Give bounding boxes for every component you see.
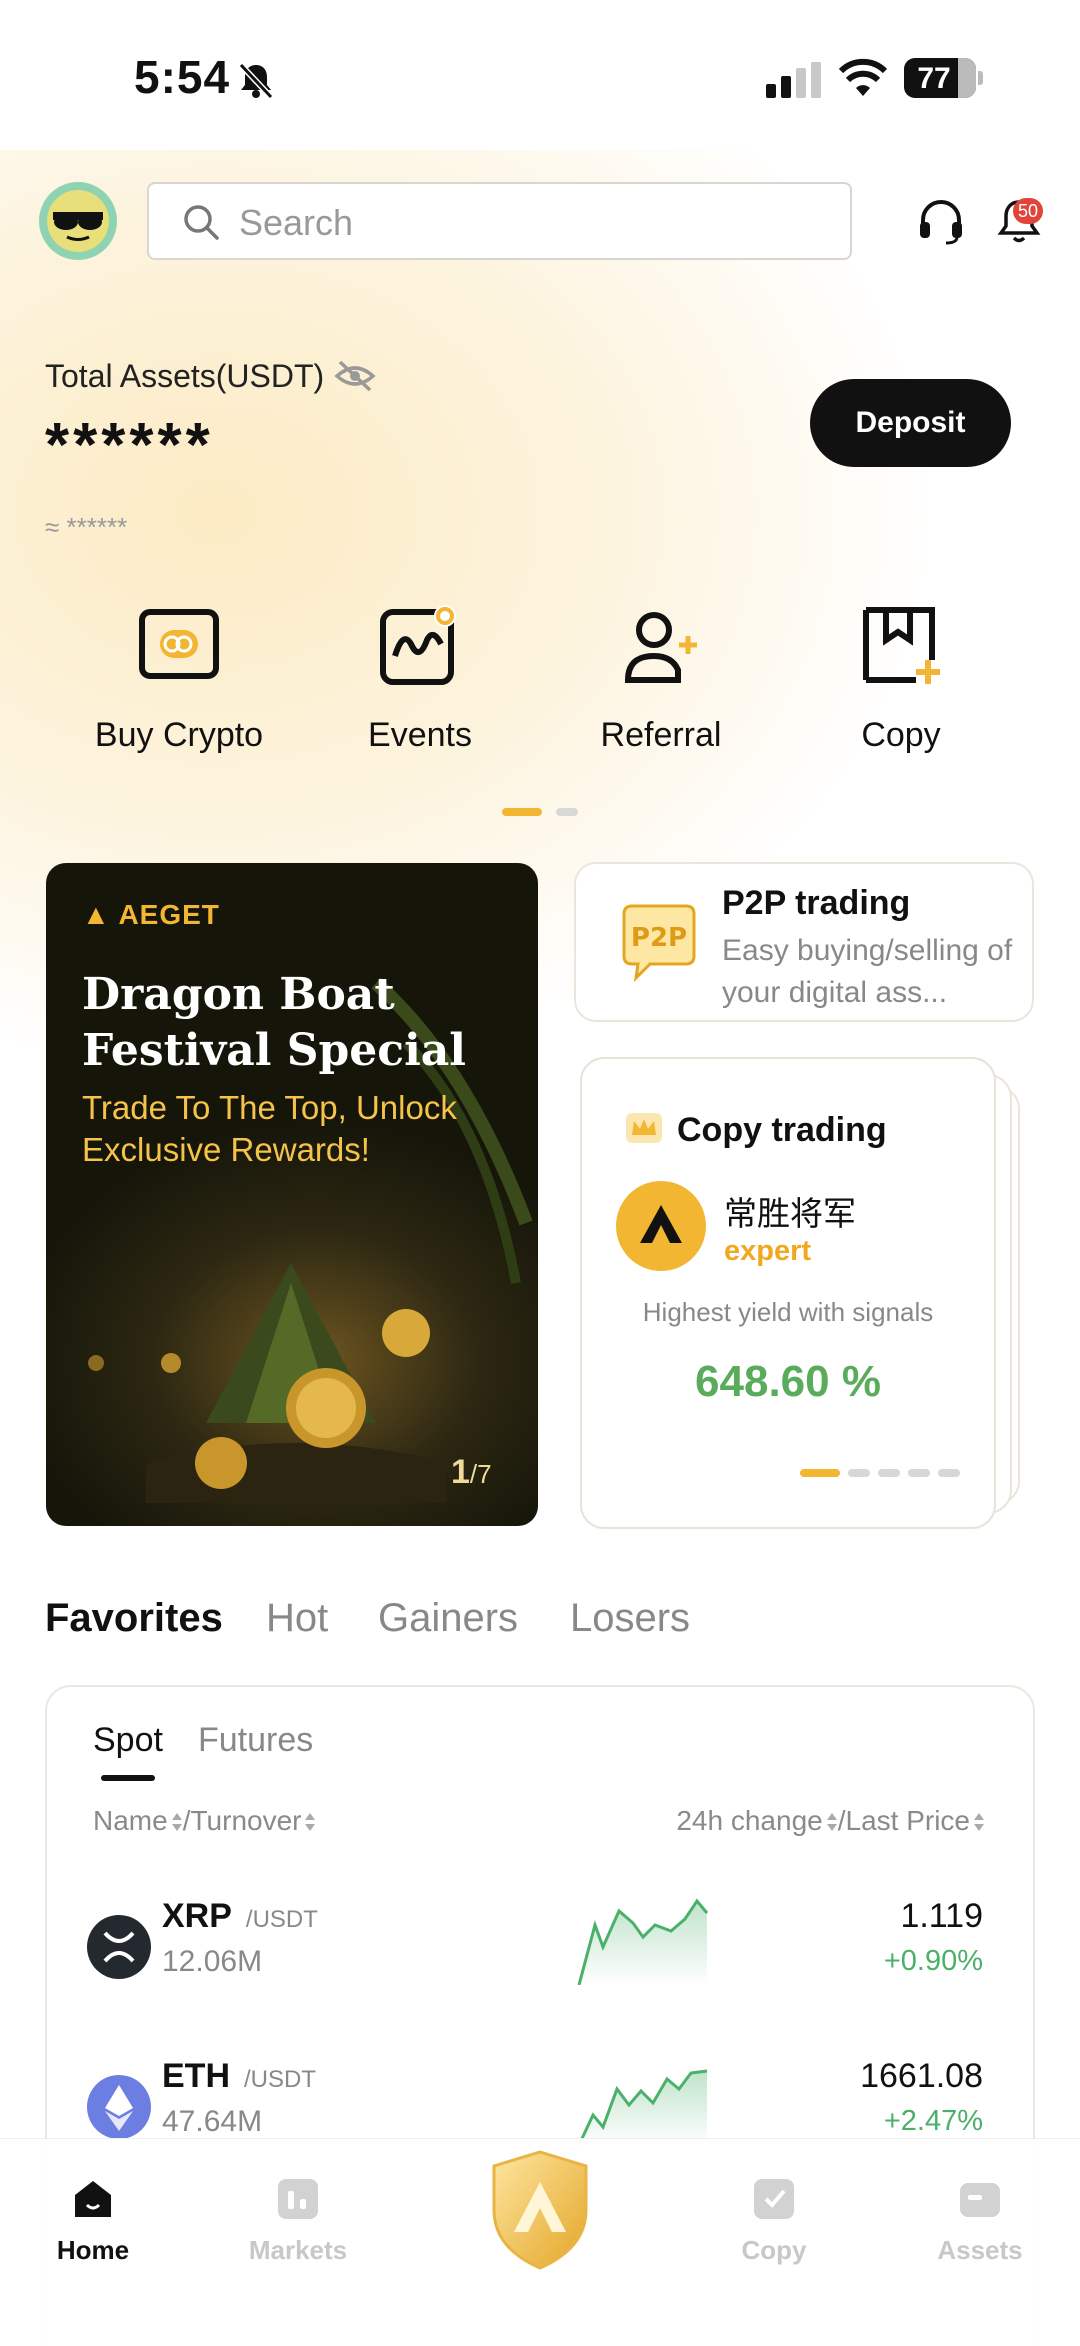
- market-row[interactable]: XRP/USDT 12.06M 1.119 +0.90%: [47, 1885, 1037, 2045]
- search-placeholder: Search: [239, 202, 354, 243]
- carousel-dots: [800, 1469, 968, 1487]
- quick-action-label: Buy Crypto: [94, 716, 264, 754]
- referral-icon: [624, 612, 697, 683]
- trader-avatar: [616, 1181, 706, 1271]
- aeget-logo-icon: [640, 1205, 682, 1243]
- banner-title: Dragon Boat Festival Special: [82, 969, 467, 1076]
- sort-icon: [973, 1812, 985, 1833]
- quick-action-events[interactable]: Events: [300, 600, 540, 755]
- sparkline-chart: [577, 2069, 708, 2145]
- copy-trading-highlight: Highest yield with signals: [642, 1297, 934, 1327]
- total-assets-label: Total Assets(USDT): [45, 358, 325, 394]
- tab-favorites[interactable]: Favorites: [45, 1596, 223, 1641]
- nav-label: Copy: [741, 2235, 807, 2265]
- avatar-face-icon: [47, 190, 109, 252]
- assets-icon: [960, 2183, 1000, 2217]
- trader-level: expert: [724, 1235, 812, 1267]
- nav-label: Assets: [937, 2235, 1023, 2265]
- crown-icon: [626, 1113, 662, 1143]
- avatar[interactable]: [39, 182, 117, 260]
- trade-center-button-icon[interactable]: [486, 2148, 594, 2272]
- banner-artwork-icon: [88, 977, 533, 1503]
- tab-gainers[interactable]: Gainers: [378, 1596, 518, 1641]
- copy-trading-yield: 648.60 %: [695, 1357, 881, 1406]
- hide-balance-icon[interactable]: [334, 358, 376, 394]
- nav-home[interactable]: Home: [23, 2177, 163, 2266]
- events-icon: [380, 605, 456, 685]
- tab-hot[interactable]: Hot: [266, 1596, 328, 1641]
- bell-muted-icon: [238, 62, 274, 100]
- search-input[interactable]: Search: [147, 182, 852, 260]
- notification-badge: 50: [1013, 198, 1043, 224]
- pager-dot-active: [502, 808, 542, 816]
- column-header-left[interactable]: Name/Turnover: [93, 1805, 316, 1837]
- copy-trading-title: Copy trading: [677, 1111, 887, 1149]
- sort-icon: [171, 1812, 183, 1833]
- nav-assets[interactable]: Assets: [910, 2177, 1050, 2266]
- banner-subtitle: Trade To The Top, Unlock Exclusive Rewar…: [82, 1089, 457, 1168]
- coin-volume: 47.64M: [162, 2105, 263, 2138]
- p2p-description: Easy buying/selling of your digital ass.…: [722, 934, 1013, 1009]
- p2p-title: P2P trading: [722, 884, 911, 922]
- brand-logo: ▲ AEGET: [82, 899, 220, 930]
- signal-icon: [766, 62, 821, 98]
- copy-trading-card[interactable]: Copy trading 常胜将军 expert Highest yield w…: [580, 1057, 996, 1529]
- coin-volume: 12.06M: [162, 1945, 263, 1978]
- coin-change: +0.90%: [883, 1945, 983, 1977]
- banner-counter: 1/7: [451, 1453, 492, 1491]
- home-icon: [75, 2181, 111, 2217]
- copy-icon: [863, 607, 940, 684]
- p2p-badge-icon: P2P: [622, 904, 696, 983]
- subtab-spot[interactable]: Spot: [93, 1721, 163, 1760]
- svg-text:P2P: P2P: [631, 923, 687, 953]
- coin-price: 1661.08: [860, 2057, 983, 2095]
- battery-icon: 77: [904, 58, 984, 98]
- sparkline-chart: [577, 1898, 709, 1985]
- wifi-icon: [838, 58, 888, 96]
- xrp-coin-icon: [87, 1915, 151, 1979]
- quick-action-copy[interactable]: Copy: [781, 600, 1021, 755]
- eth-coin-icon: [87, 2075, 151, 2139]
- quick-action-label: Referral: [600, 716, 722, 754]
- search-icon: [184, 205, 219, 240]
- column-header-right[interactable]: 24h change/Last Price: [676, 1805, 985, 1837]
- total-assets-value: ******: [45, 411, 214, 480]
- sort-icon: [304, 1812, 316, 1833]
- nav-copy[interactable]: Copy: [704, 2177, 844, 2266]
- quick-action-buy-crypto[interactable]: Buy Crypto: [59, 600, 299, 755]
- deposit-button[interactable]: Deposit: [810, 379, 1011, 467]
- quick-action-label: Events: [368, 716, 472, 754]
- nav-label: Markets: [248, 2235, 348, 2265]
- buy-crypto-icon: [139, 609, 219, 679]
- pager-dot: [556, 808, 578, 816]
- copy-icon: [754, 2179, 794, 2219]
- coin-change: +2.47%: [883, 2105, 983, 2137]
- status-bar: 5:54 77: [0, 0, 1080, 150]
- headset-icon[interactable]: [916, 196, 966, 246]
- nav-label: Home: [56, 2235, 130, 2265]
- subtab-underline: [101, 1775, 155, 1781]
- markets-icon: [278, 2179, 318, 2219]
- quick-action-label: Copy: [861, 716, 941, 754]
- coin-symbol: ETH/USDT: [162, 2057, 316, 2095]
- coin-symbol: XRP/USDT: [162, 1897, 318, 1935]
- status-time: 5:54: [134, 51, 231, 103]
- trader-name: 常胜将军: [724, 1195, 856, 1232]
- subtab-futures[interactable]: Futures: [198, 1721, 313, 1760]
- p2p-trading-card[interactable]: P2P P2P trading Easy buying/selling of y…: [574, 862, 1034, 1022]
- promo-banner[interactable]: ▲ AEGET Dragon Boat Festival Special Tra…: [46, 863, 538, 1526]
- nav-markets[interactable]: Markets: [228, 2177, 368, 2266]
- quick-action-referral[interactable]: Referral: [541, 600, 781, 755]
- battery-level: 77: [917, 62, 951, 95]
- sort-icon: [826, 1812, 838, 1833]
- tab-losers[interactable]: Losers: [570, 1596, 690, 1641]
- coin-price: 1.119: [900, 1897, 983, 1935]
- total-assets-approx: ≈ ******: [45, 512, 128, 542]
